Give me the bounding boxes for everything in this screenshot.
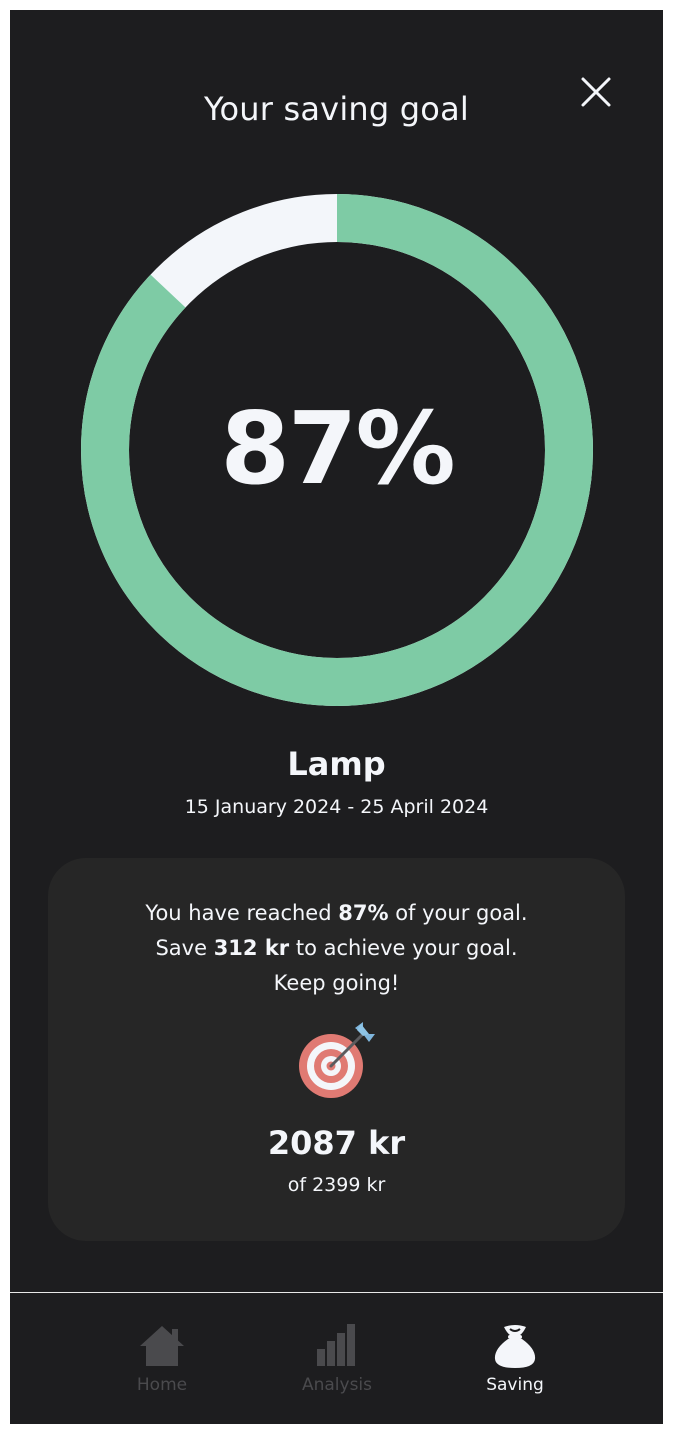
money-bag-icon	[490, 1321, 540, 1371]
nav-label-saving: Saving	[486, 1375, 544, 1395]
nav-label-analysis: Analysis	[301, 1375, 373, 1395]
goal-message: You have reached 87% of your goal. Save …	[48, 896, 625, 1001]
page-title: Your saving goal	[204, 90, 469, 128]
message-line-2: Save 312 kr to achieve your goal.	[155, 936, 518, 960]
bar-chart-icon	[312, 1321, 362, 1371]
message-line-1: You have reached 87% of your goal.	[145, 901, 528, 925]
remaining-amount: 312 kr	[213, 936, 290, 960]
goal-total: of 2399 kr	[287, 1174, 386, 1196]
nav-item-saving[interactable]: Saving	[455, 1321, 575, 1401]
reached-percent: 87%	[338, 901, 389, 925]
progress-percent: 87%	[220, 390, 455, 507]
bottom-nav: Home Analysis Saving	[10, 1293, 663, 1424]
nav-label-home: Home	[136, 1375, 188, 1395]
goal-summary-card: You have reached 87% of your goal. Save …	[48, 858, 625, 1241]
saved-amount: 2087 kr	[267, 1124, 406, 1162]
nav-item-home[interactable]: Home	[102, 1321, 222, 1401]
close-button[interactable]	[576, 72, 616, 112]
message-line-3: Keep going!	[273, 971, 400, 995]
close-icon	[581, 77, 611, 107]
goal-name: Lamp	[287, 745, 386, 783]
nav-item-analysis[interactable]: Analysis	[277, 1321, 397, 1401]
goal-dates: 15 January 2024 - 25 April 2024	[184, 796, 489, 818]
saving-goal-screen: Your saving goal 87% Lamp 15 January 202…	[10, 10, 663, 1424]
target-icon	[297, 1020, 377, 1100]
home-icon	[137, 1321, 187, 1371]
